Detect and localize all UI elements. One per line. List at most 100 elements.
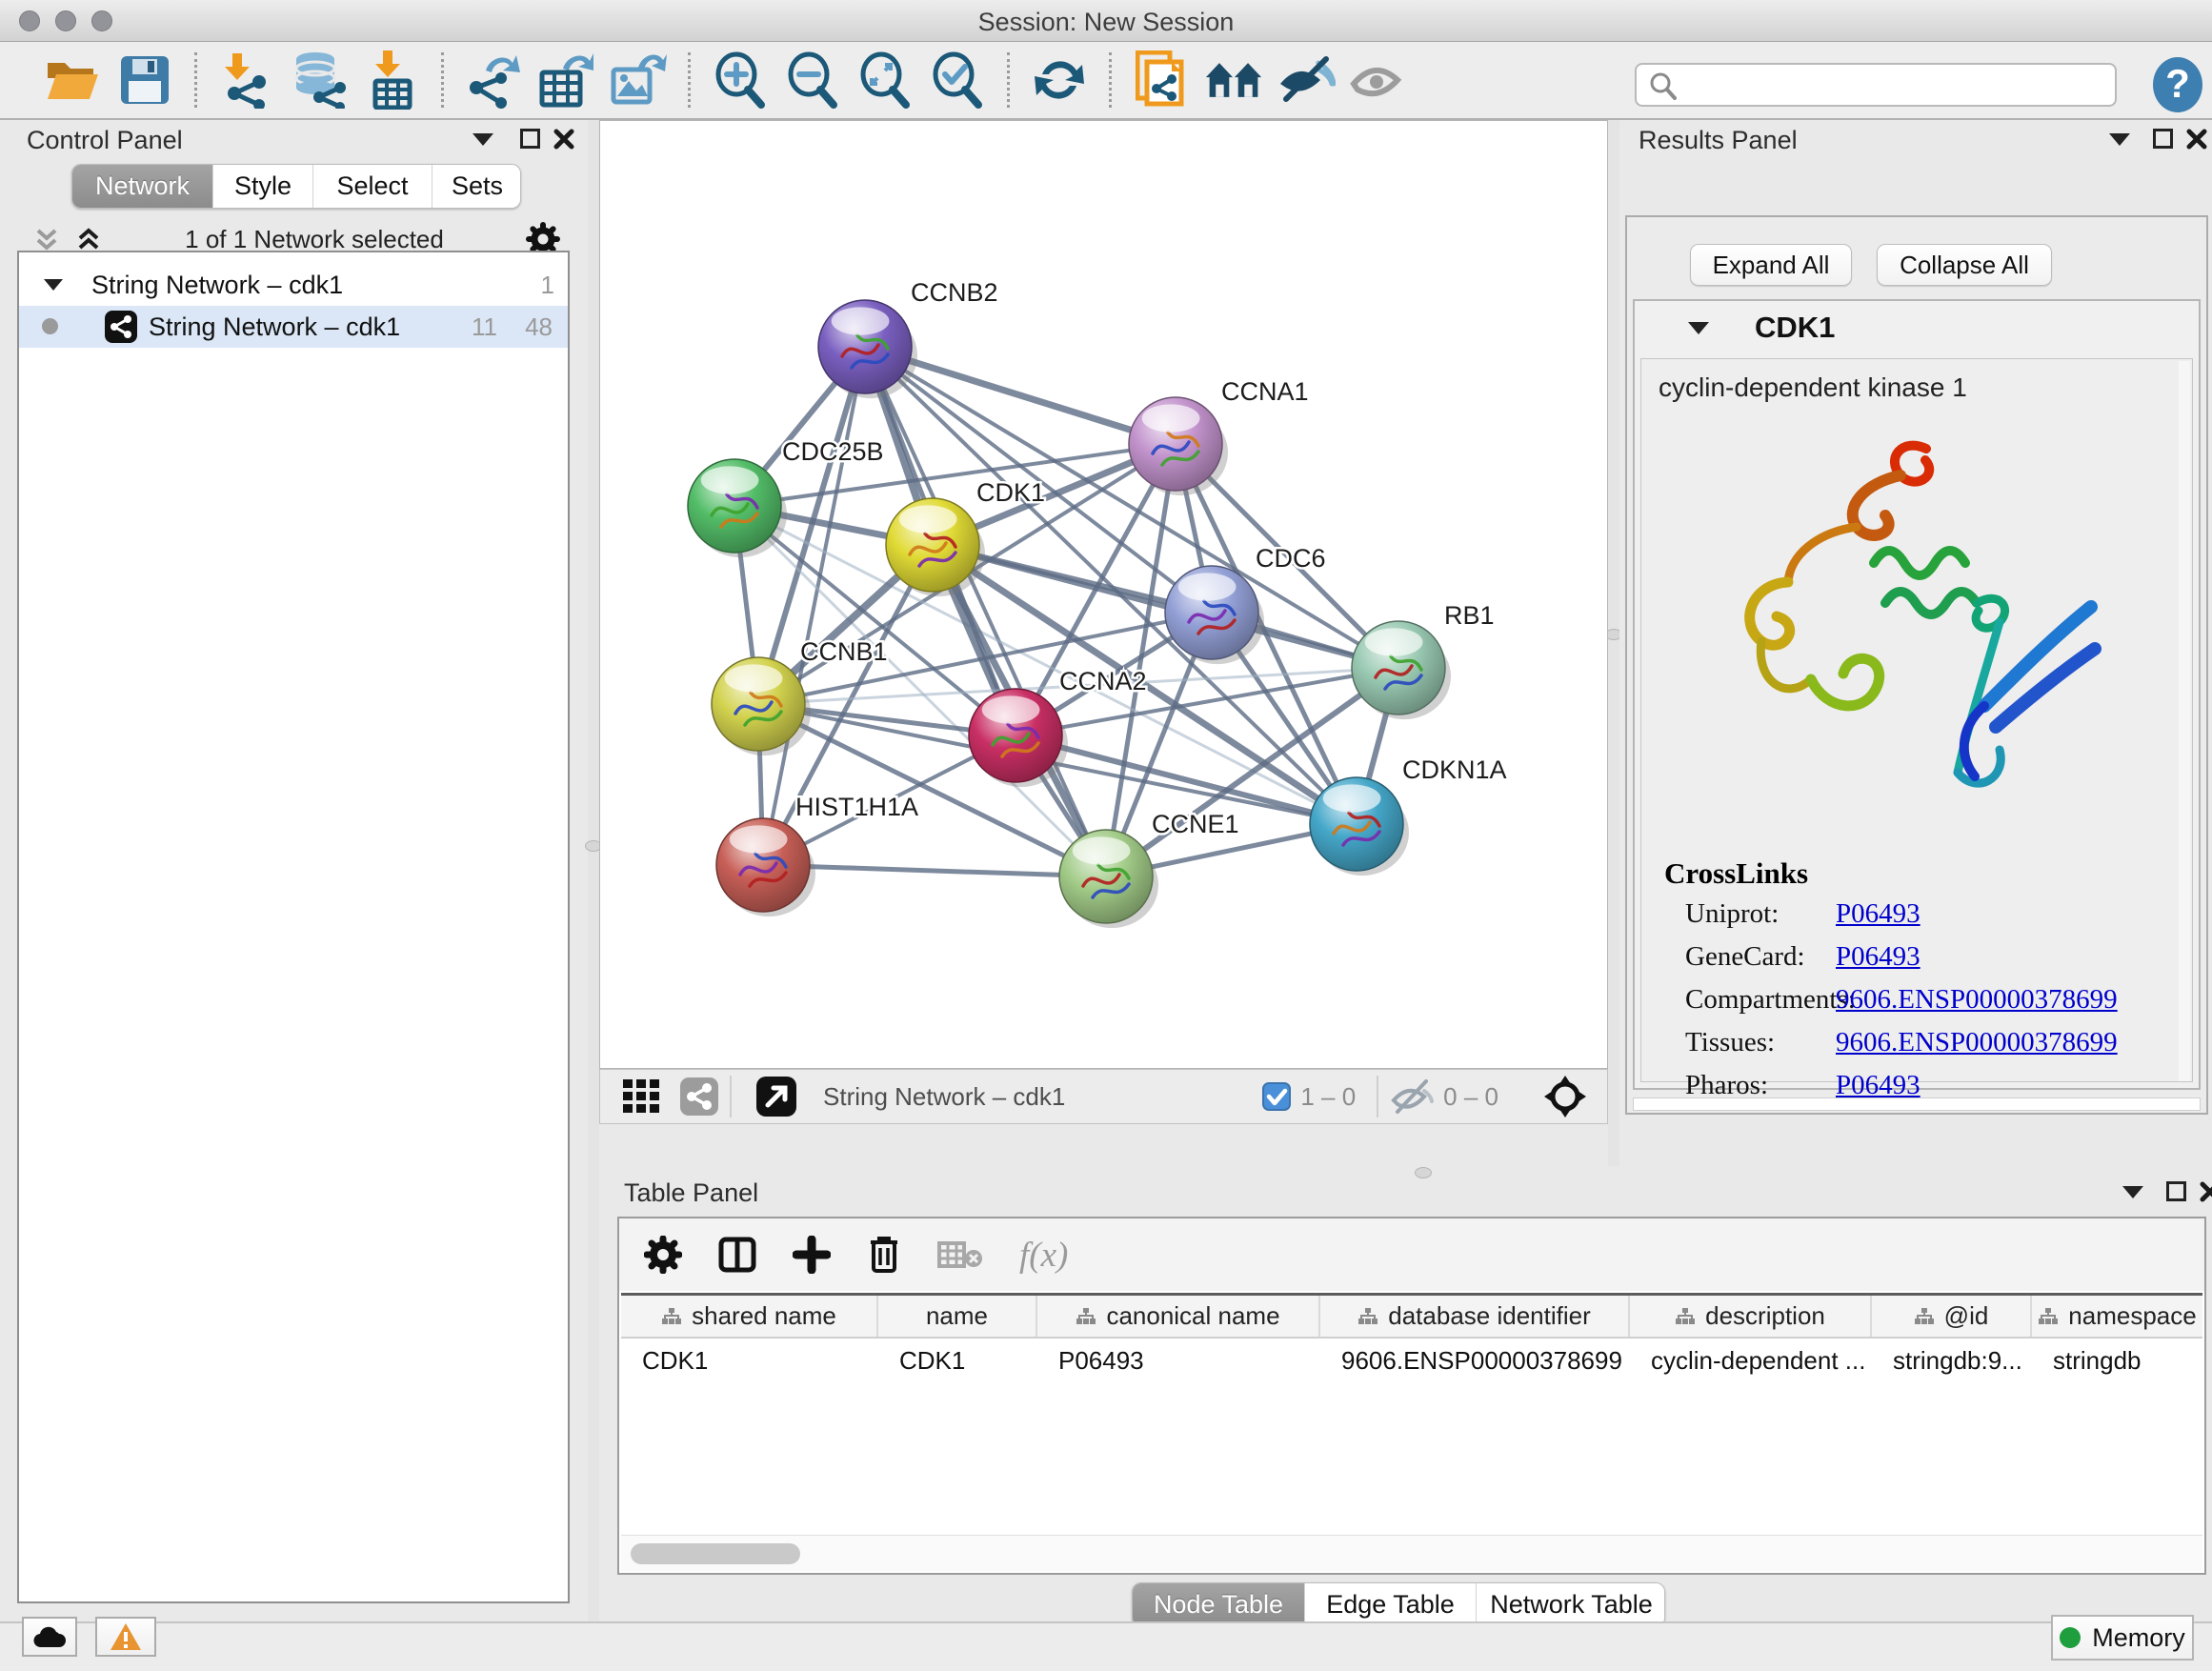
network-row-selected[interactable]: String Network – cdk1 11 48 (19, 306, 568, 348)
network-node-HIST1H1A[interactable]: HIST1H1A (716, 793, 918, 916)
panel-float-icon[interactable] (520, 129, 540, 149)
table-cell[interactable]: CDK1 (878, 1339, 1037, 1382)
table-options-gear-icon[interactable] (644, 1236, 682, 1274)
accordion-collapse-icon[interactable] (1688, 322, 1709, 334)
network-share-icon[interactable] (680, 1077, 718, 1116)
column-header-shared-name[interactable]: shared name (621, 1296, 878, 1337)
column-header-database-identifier[interactable]: database identifier (1320, 1296, 1630, 1337)
string-home-button[interactable] (1204, 50, 1263, 110)
zoom-fit-button[interactable] (855, 50, 915, 110)
export-network-button[interactable] (464, 50, 523, 110)
panel-close-icon[interactable] (553, 128, 575, 151)
network-node-RB1[interactable]: RB1 (1352, 601, 1495, 719)
network-collection-row[interactable]: String Network – cdk1 1 (19, 264, 568, 306)
crosslink-row: Uniprot:P06493 (1685, 898, 2181, 930)
table-row[interactable]: CDK1CDK1P064939606.ENSP00000378699cyclin… (621, 1339, 2202, 1382)
search-input[interactable] (1635, 63, 2117, 107)
panel-float-icon[interactable] (2153, 129, 2173, 149)
collapse-all-button[interactable]: Collapse All (1877, 244, 2052, 286)
tab-node-table[interactable]: Node Table (1133, 1583, 1304, 1626)
save-session-button[interactable] (115, 50, 174, 110)
cloud-status-button[interactable] (22, 1617, 77, 1657)
tab-sets[interactable]: Sets (432, 165, 521, 208)
node-label-CCNA1: CCNA1 (1221, 377, 1309, 406)
show-hidden-button[interactable] (1349, 50, 1408, 110)
help-button[interactable]: ? (2151, 55, 2204, 114)
table-cell[interactable]: stringdb:9... (1872, 1339, 2032, 1382)
zoom-in-button[interactable] (711, 50, 770, 110)
crosslink-value-link[interactable]: P06493 (1836, 898, 1920, 930)
export-image-button[interactable] (609, 50, 668, 110)
network-node-CCNE1[interactable]: CCNE1 (1059, 810, 1239, 928)
open-in-window-icon[interactable] (756, 1077, 796, 1117)
network-node-CDK1[interactable]: CDK1 (886, 478, 1045, 596)
tab-select[interactable]: Select (312, 165, 432, 208)
panel-menu-icon[interactable] (2109, 133, 2130, 146)
table-cell[interactable]: P06493 (1037, 1339, 1320, 1382)
crosslink-value-link[interactable]: 9606.ENSP00000378699 (1836, 984, 2118, 1016)
table-cell[interactable]: cyclin-dependent ... (1630, 1339, 1872, 1382)
import-network-database-button[interactable] (290, 50, 349, 110)
show-columns-icon[interactable] (718, 1236, 756, 1274)
column-header-canonical-name[interactable]: canonical name (1037, 1296, 1320, 1337)
zoom-selected-button[interactable] (928, 50, 987, 110)
column-header-description[interactable]: description (1630, 1296, 1872, 1337)
center-view-icon[interactable] (1542, 1074, 1588, 1119)
delete-column-icon[interactable] (867, 1235, 901, 1275)
table-horizontal-scrollbar[interactable] (621, 1535, 2202, 1571)
column-header-namespace[interactable]: namespace (2032, 1296, 2202, 1337)
collapse-all-icon[interactable] (32, 225, 61, 253)
export-network-icon (465, 51, 522, 109)
selected-checkbox-icon[interactable] (1262, 1082, 1291, 1111)
network-node-CCNA1[interactable]: CCNA1 (1129, 377, 1309, 495)
hidden-eye-icon[interactable] (1390, 1079, 1434, 1114)
expand-all-icon[interactable] (74, 225, 103, 253)
vertical-splitter-left[interactable] (588, 120, 599, 1621)
node-count: 11 (472, 312, 497, 342)
crosslink-value-link[interactable]: P06493 (1836, 941, 1920, 973)
crosslink-value-link[interactable]: 9606.ENSP00000378699 (1836, 1027, 2118, 1058)
refresh-view-button[interactable] (1030, 50, 1089, 110)
import-table-file-button[interactable] (362, 50, 421, 110)
vertical-splitter-right[interactable] (1608, 120, 1619, 1168)
zoom-out-button[interactable] (783, 50, 842, 110)
tab-network[interactable]: Network (72, 165, 212, 208)
network-node-CDC6[interactable]: CDC6 (1165, 544, 1326, 664)
column-header--id[interactable]: @id (1872, 1296, 2032, 1337)
hide-selected-button[interactable] (1277, 50, 1336, 110)
table-cell[interactable]: 9606.ENSP00000378699 (1320, 1339, 1630, 1382)
toolbar-separator (1007, 52, 1010, 108)
network-canvas[interactable]: CCNB2CCNA1CDC25BCDK1CDC6RB1CCNB1CCNA2CDK… (599, 120, 1608, 1069)
tab-edge-table[interactable]: Edge Table (1304, 1583, 1476, 1626)
table-cell[interactable]: CDK1 (621, 1339, 878, 1382)
table-cell[interactable]: stringdb (2032, 1339, 2202, 1382)
open-session-button[interactable] (43, 50, 102, 110)
panel-float-icon[interactable] (2166, 1181, 2186, 1201)
network-node-CDKN1A[interactable]: CDKN1A (1310, 755, 1507, 876)
string-results-container: Expand All Collapse All CDK1 cyclin-depe… (1625, 215, 2208, 1115)
add-column-icon[interactable] (793, 1236, 831, 1274)
network-node-CCNB1[interactable]: CCNB1 (712, 637, 888, 755)
export-table-button[interactable] (536, 50, 595, 110)
warnings-button[interactable] (95, 1617, 156, 1657)
results-horizontal-scrollbar[interactable] (1633, 1097, 2201, 1111)
tab-style[interactable]: Style (212, 165, 312, 208)
birds-eye-grid-icon[interactable] (621, 1077, 663, 1116)
panel-close-icon[interactable] (2185, 128, 2208, 151)
import-string-network-button[interactable] (1132, 50, 1191, 110)
splitter-handle[interactable] (1415, 1167, 1432, 1178)
column-type-icon (1076, 1307, 1096, 1326)
import-network-file-button[interactable] (217, 50, 276, 110)
column-header-name[interactable]: name (878, 1296, 1037, 1337)
memory-button[interactable]: Memory (2051, 1615, 2194, 1661)
panel-menu-icon[interactable] (473, 133, 493, 146)
panel-menu-icon[interactable] (2122, 1186, 2143, 1198)
tab-network-table[interactable]: Network Table (1476, 1583, 1665, 1626)
results-vertical-scrollbar[interactable] (2179, 361, 2190, 1081)
network-edge-CCNB2-HIST1H1A[interactable] (763, 347, 865, 865)
scrollbar-thumb[interactable] (631, 1543, 800, 1564)
statusbar-separator (730, 1076, 732, 1117)
tree-expand-icon[interactable] (44, 279, 63, 291)
expand-all-button[interactable]: Expand All (1690, 244, 1852, 286)
panel-close-icon[interactable] (2199, 1180, 2212, 1203)
